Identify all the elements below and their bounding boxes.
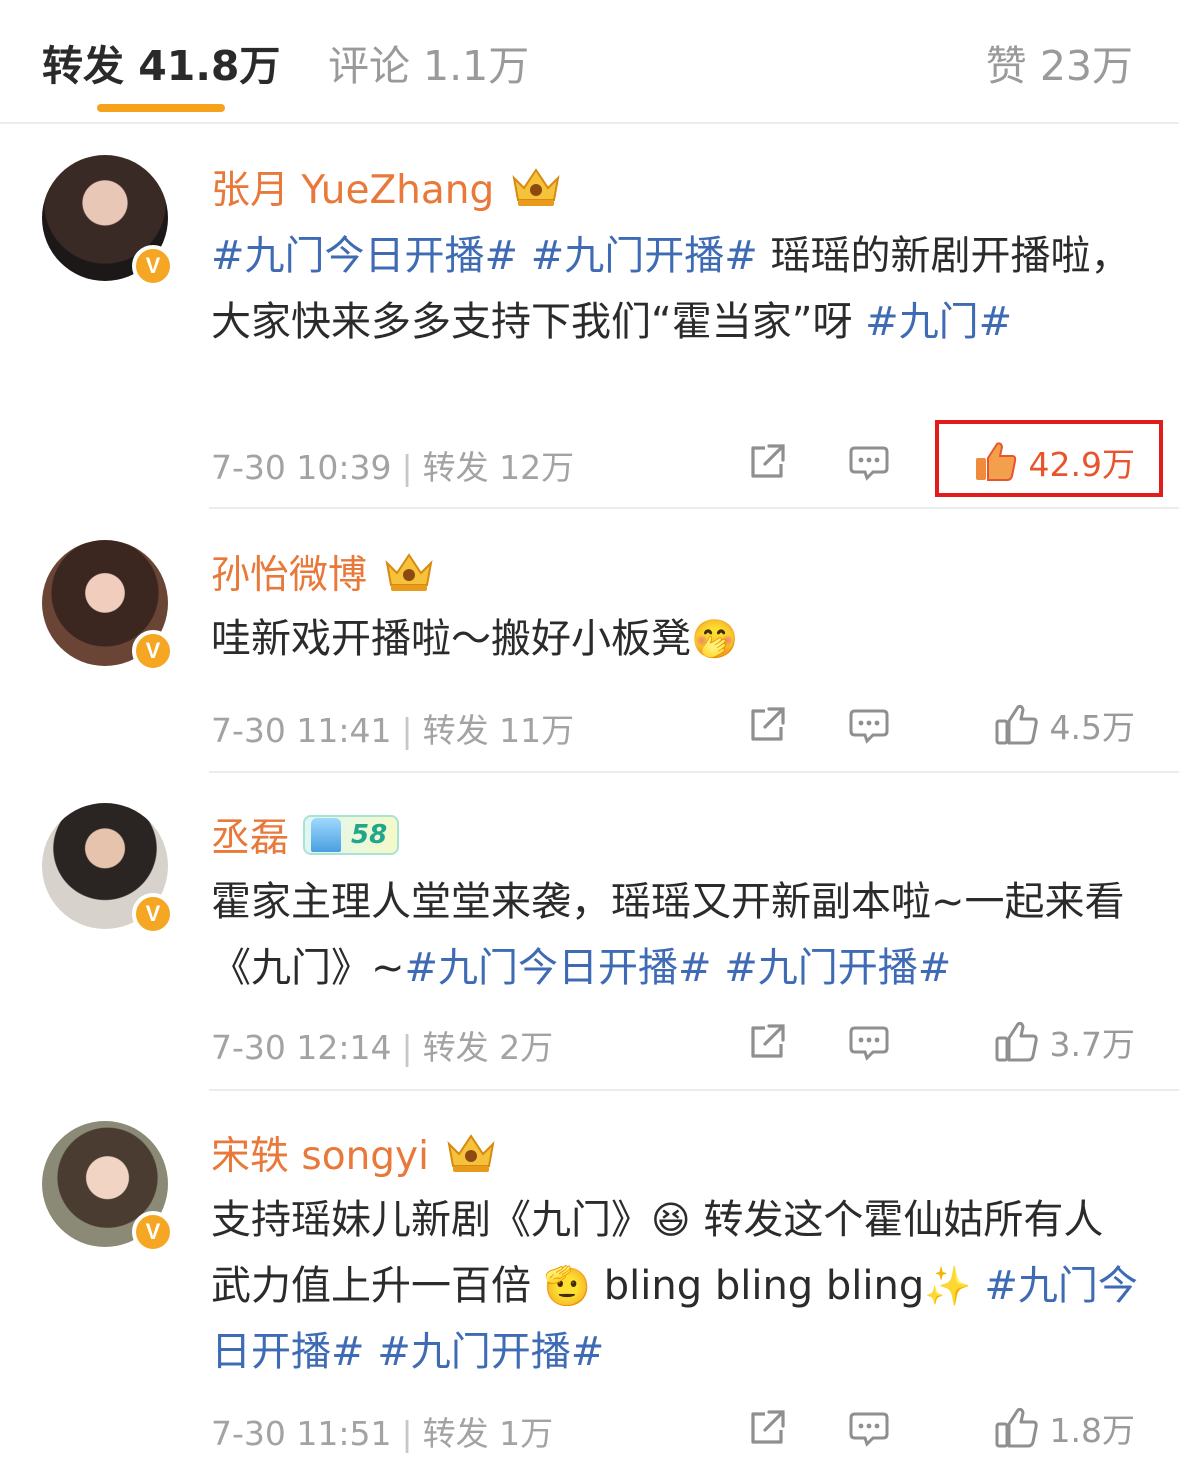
- share-button[interactable]: [745, 1017, 789, 1067]
- share-icon: [751, 1024, 785, 1058]
- verified-v-icon: V: [132, 893, 174, 935]
- timestamp: 7-30 11:41: [211, 711, 392, 750]
- share-icon: [751, 707, 785, 741]
- divider: [209, 1089, 1179, 1091]
- text-segment: [518, 233, 531, 279]
- hashtag[interactable]: #九门今日开播#: [405, 945, 712, 991]
- tower-icon: [311, 818, 342, 852]
- text-segment: 哇新戏开播啦～搬好小板凳: [211, 616, 691, 662]
- timestamp: 7-30 11:51: [211, 1414, 392, 1453]
- forward-count: 转发 11万: [422, 711, 575, 750]
- meta-separator: |: [401, 1028, 413, 1067]
- meta-separator: |: [401, 711, 413, 750]
- forward-count: 转发 2万: [422, 1028, 554, 1067]
- username[interactable]: 张月 YueZhang: [211, 159, 494, 215]
- highlight-box: [935, 420, 1163, 497]
- tab-forward[interactable]: 转发 41.8万: [42, 32, 280, 92]
- share-button[interactable]: [745, 437, 789, 487]
- thumbs-up-icon: [995, 704, 1038, 745]
- thumbs-up-icon: [995, 1021, 1038, 1062]
- avatar[interactable]: V: [42, 803, 174, 935]
- text-segment: bling bling bling: [591, 1263, 925, 1309]
- tab-comments[interactable]: 评论 1.1万: [328, 32, 529, 92]
- text-segment: [972, 1263, 985, 1309]
- post-meta: 7-30 10:39 | 转发 12万: [211, 441, 574, 489]
- timestamp: 7-30 10:39: [211, 448, 392, 487]
- post-content: 哇新戏开播啦～搬好小板凳🤭: [211, 606, 1141, 672]
- meta-separator: |: [401, 1414, 413, 1453]
- text-segment: [712, 945, 725, 991]
- like-count: 4.5万: [1049, 708, 1135, 747]
- hashtag[interactable]: #九门开播#: [724, 945, 951, 991]
- level-number: 58: [351, 820, 388, 850]
- hashtag[interactable]: #九门开播#: [377, 1329, 604, 1375]
- verified-v-icon: V: [132, 630, 174, 672]
- divider: [209, 507, 1179, 509]
- forward-count: 转发 1万: [422, 1414, 554, 1453]
- verified-v-icon: V: [132, 1211, 174, 1253]
- post-content: 霍家主理人堂堂来袭，瑶瑶又开新副本啦~一起来看《九门》~#九门今日开播# #九门…: [211, 869, 1141, 1001]
- emoji: ✨: [924, 1264, 972, 1308]
- comment-icon: [849, 1412, 889, 1447]
- text-segment: 支持瑶妹儿新剧《九门》: [211, 1197, 651, 1243]
- share-button[interactable]: [745, 700, 789, 750]
- post-meta: 7-30 11:51 | 转发 1万: [211, 1407, 553, 1455]
- emoji: 🤭: [691, 617, 739, 661]
- emoji: 😆: [651, 1198, 691, 1242]
- crown-badge-icon: [385, 553, 433, 591]
- hashtag[interactable]: #九门开播#: [531, 233, 758, 279]
- crown-badge-icon: [447, 1134, 495, 1172]
- avatar[interactable]: V: [42, 155, 174, 287]
- username[interactable]: 孙怡微博: [211, 544, 367, 600]
- tab-likes[interactable]: 赞 23万: [986, 32, 1133, 92]
- comment-icon: [849, 709, 889, 744]
- meta-separator: |: [401, 448, 413, 487]
- tab-bar: 转发 41.8万 评论 1.1万 赞 23万: [0, 0, 1179, 124]
- post-meta: 7-30 12:14 | 转发 2万: [211, 1021, 553, 1069]
- text-segment: [365, 1329, 378, 1375]
- hashtag[interactable]: #九门今日开播#: [211, 233, 518, 279]
- timestamp: 7-30 12:14: [211, 1028, 392, 1067]
- forward-count: 转发 12万: [422, 448, 575, 487]
- like-button[interactable]: 1.8万: [994, 1403, 1135, 1453]
- comment-icon: [849, 446, 889, 481]
- hashtag[interactable]: #九门#: [865, 299, 1012, 345]
- comment-button[interactable]: [847, 1017, 891, 1067]
- like-count: 3.7万: [1049, 1025, 1135, 1064]
- post-content: 支持瑶妹儿新剧《九门》😆 转发这个霍仙姑所有人武力值上升一百倍 🫡 bling …: [211, 1187, 1141, 1385]
- like-button[interactable]: 3.7万: [994, 1017, 1135, 1067]
- emoji: 🫡: [543, 1264, 592, 1308]
- avatar[interactable]: V: [42, 540, 174, 672]
- like-button[interactable]: 4.5万: [994, 700, 1135, 750]
- username[interactable]: 丞磊: [211, 807, 289, 863]
- active-tab-indicator: [97, 104, 225, 112]
- like-count: 1.8万: [1049, 1411, 1135, 1450]
- username[interactable]: 宋轶 songyi: [211, 1125, 429, 1181]
- comment-button[interactable]: [847, 1403, 891, 1453]
- comment-button[interactable]: [847, 437, 891, 487]
- comment-button[interactable]: [847, 700, 891, 750]
- verified-v-icon: V: [132, 245, 174, 287]
- comment-icon: [849, 1026, 889, 1061]
- share-icon: [751, 444, 785, 478]
- avatar[interactable]: V: [42, 1121, 174, 1253]
- share-button[interactable]: [745, 1403, 789, 1453]
- level-badge: 58: [303, 815, 400, 855]
- post-meta: 7-30 11:41 | 转发 11万: [211, 704, 574, 752]
- post-content: #九门今日开播# #九门开播# 瑶瑶的新剧开播啦，大家快来多多支持下我们“霍当家…: [211, 223, 1141, 355]
- thumbs-up-icon: [995, 1407, 1038, 1448]
- crown-badge-icon: [512, 168, 560, 206]
- divider: [209, 771, 1179, 773]
- share-icon: [751, 1410, 785, 1444]
